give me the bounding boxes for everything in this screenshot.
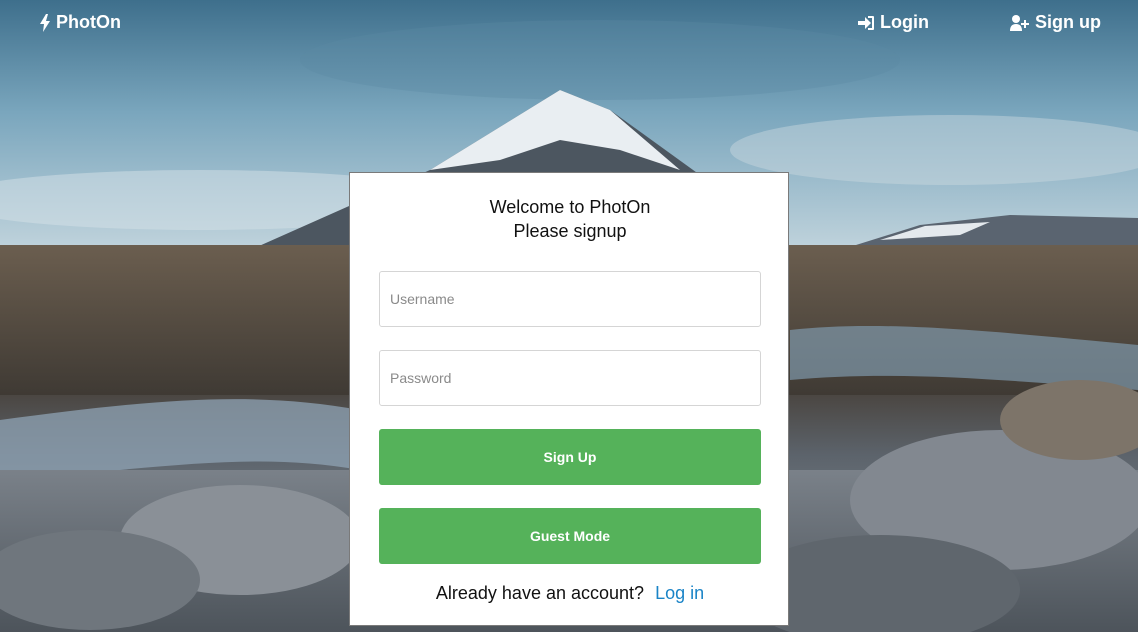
login-prompt: Already have an account? Log in — [350, 583, 790, 604]
welcome-heading: Welcome to PhotOn — [489, 197, 651, 217]
username-input[interactable] — [379, 271, 761, 327]
login-link[interactable]: Log in — [655, 583, 704, 603]
sign-in-icon — [858, 15, 874, 30]
signup-button[interactable]: Sign Up — [379, 429, 761, 485]
signup-card: Welcome to PhotOn Please signup Sign Up … — [349, 172, 789, 626]
brand-link[interactable]: PhotOn — [40, 12, 121, 33]
signup-nav-link[interactable]: Sign up — [1010, 12, 1101, 33]
login-nav-link[interactable]: Login — [858, 12, 929, 33]
password-input[interactable] — [379, 350, 761, 406]
brand-name: PhotOn — [56, 12, 121, 32]
bolt-icon — [40, 13, 50, 32]
login-nav-label: Login — [880, 12, 929, 32]
card-title: Welcome to PhotOn Please signup — [350, 195, 790, 243]
login-prompt-text: Already have an account? — [435, 583, 645, 603]
user-plus-icon — [1010, 14, 1029, 31]
top-navbar: PhotOn Login Sign up — [0, 0, 1138, 48]
signup-nav-label: Sign up — [1035, 12, 1101, 32]
signup-subheading: Please signup — [513, 221, 627, 241]
guest-mode-button[interactable]: Guest Mode — [379, 508, 761, 564]
